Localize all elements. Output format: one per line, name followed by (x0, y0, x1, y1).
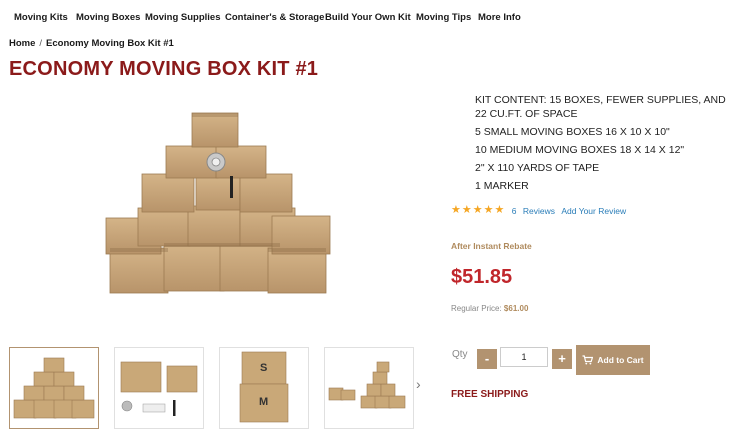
thumbnail-2[interactable] (114, 347, 204, 429)
thumbnail-box-label-medium: M (259, 396, 269, 408)
kit-content-list: KIT CONTENT: 15 BOXES, FEWER SUPPLIES, A… (475, 93, 737, 197)
kit-content-line: KIT CONTENT: 15 BOXES, FEWER SUPPLIES, A… (475, 94, 726, 120)
nav-item-more-info[interactable]: More Info (478, 12, 521, 23)
price: $51.85 (451, 266, 513, 288)
nav-item-moving-kits[interactable]: Moving Kits (14, 12, 68, 23)
cart-icon (582, 355, 594, 365)
nav-item-moving-tips[interactable]: Moving Tips (416, 12, 471, 23)
thumbnail-3[interactable]: S M (219, 347, 309, 429)
reviews-link[interactable]: Reviews (523, 206, 555, 216)
nav-item-moving-supplies[interactable]: Moving Supplies (145, 12, 220, 23)
add-to-cart-label: Add to Cart (597, 355, 644, 365)
breadcrumb-current: Economy Moving Box Kit #1 (46, 38, 174, 49)
breadcrumb-separator: / (39, 38, 43, 49)
star-icon: ★ (451, 204, 461, 217)
qty-input[interactable] (500, 347, 548, 367)
star-icon: ★ (494, 204, 505, 217)
kit-content-line: 2" X 110 YARDS OF TAPE (475, 162, 600, 174)
star-icon: ★ (483, 204, 494, 217)
rating-summary: ★★★★★ 6 Reviews Add Your Review (451, 205, 626, 217)
qty-decrement-button[interactable]: - (477, 349, 497, 369)
regular-price: Regular Price: $61.00 (451, 304, 528, 313)
box-pyramid-image (105, 112, 331, 294)
review-count[interactable]: 6 (512, 206, 517, 216)
top-nav: Moving Kits Moving Boxes Moving Supplies… (0, 0, 740, 34)
kit-content-line: 10 MEDIUM MOVING BOXES 18 X 14 X 12" (475, 144, 685, 156)
qty-increment-button[interactable]: + (552, 349, 572, 369)
thumbnail-image (239, 351, 289, 423)
thumbnail-image (13, 357, 95, 419)
breadcrumb: Home / Economy Moving Box Kit #1 (9, 38, 174, 49)
star-icon: ★ (472, 204, 483, 217)
chevron-right-icon[interactable]: › (416, 376, 421, 392)
rebate-label: After Instant Rebate (451, 241, 532, 251)
thumbnail-image (328, 361, 406, 409)
product-main-image (100, 98, 340, 303)
page-title: ECONOMY MOVING BOX KIT #1 (9, 58, 319, 80)
nav-item-containers-storage[interactable]: Container's & Storage (225, 12, 324, 23)
add-to-cart-button[interactable]: Add to Cart (576, 345, 650, 375)
thumbnail-1[interactable] (9, 347, 99, 429)
breadcrumb-home-link[interactable]: Home (9, 38, 35, 49)
star-icon: ★ (461, 204, 472, 217)
add-review-link[interactable]: Add Your Review (561, 206, 626, 216)
qty-label: Qty (452, 349, 468, 360)
free-shipping-label: FREE SHIPPING (451, 389, 529, 400)
kit-content-line: 5 SMALL MOVING BOXES 16 X 10 X 10" (475, 126, 670, 138)
regular-price-value: $61.00 (503, 304, 529, 313)
thumbnail-image (120, 361, 198, 416)
nav-item-build-your-own-kit[interactable]: Build Your Own Kit (325, 12, 411, 23)
regular-price-label: Regular Price: (451, 304, 502, 313)
nav-item-moving-boxes[interactable]: Moving Boxes (76, 12, 140, 23)
thumbnail-box-label-small: S (260, 362, 268, 374)
thumbnail-4[interactable] (324, 347, 414, 429)
kit-content-line: 1 MARKER (475, 180, 529, 192)
